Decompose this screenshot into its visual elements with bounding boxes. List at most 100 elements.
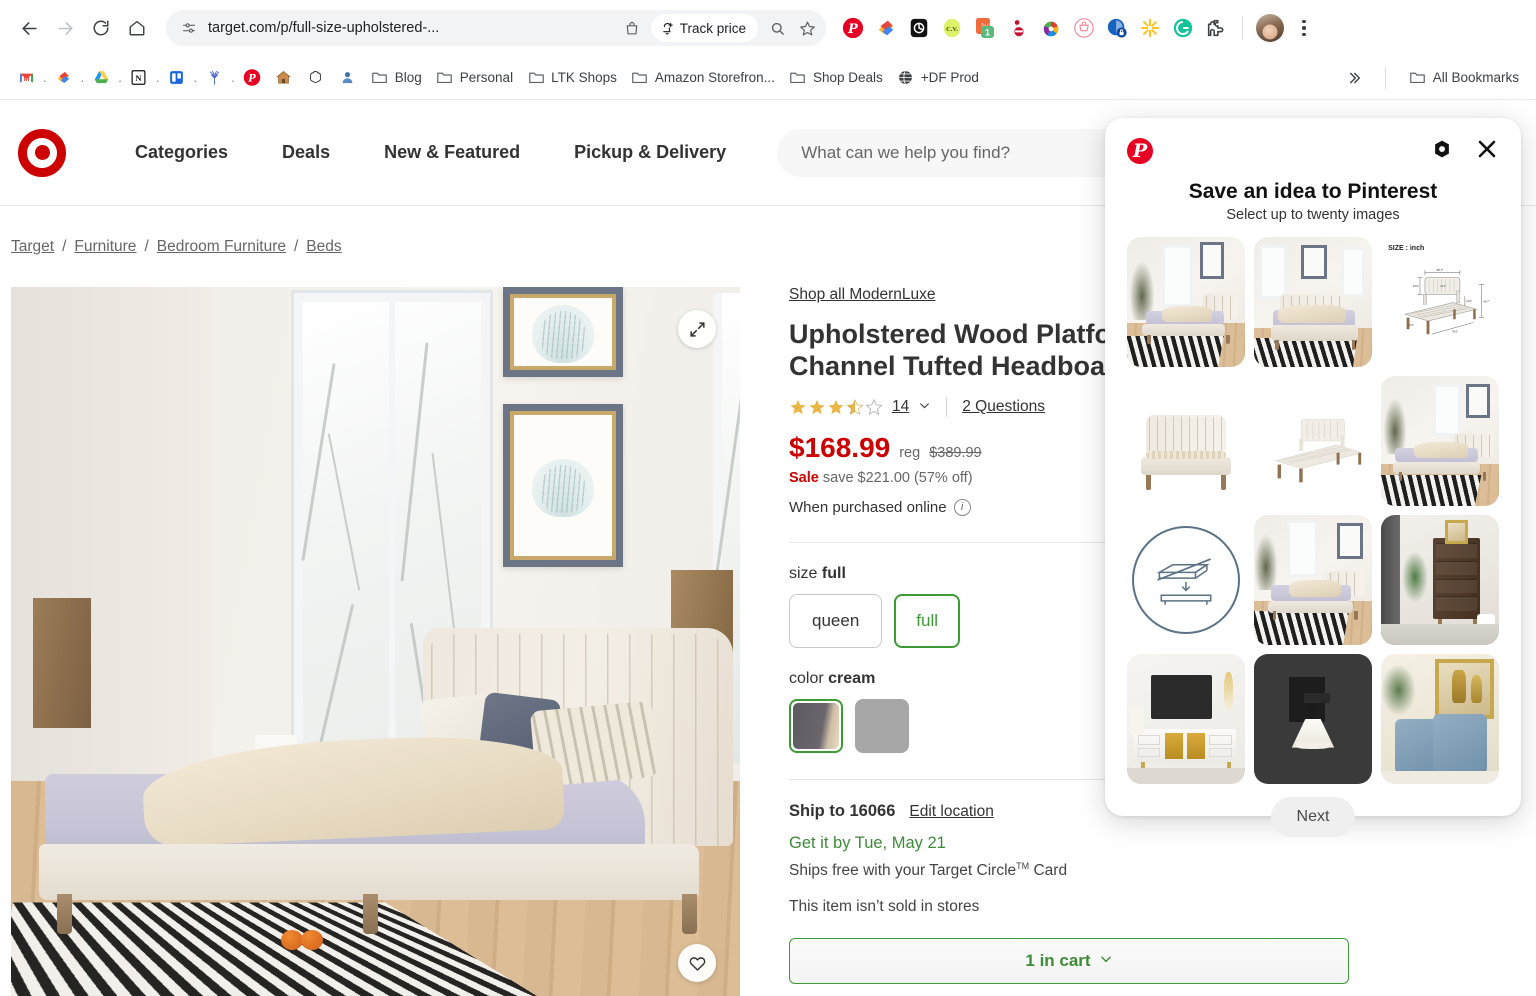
breadcrumb-item-bedroom-furniture[interactable]: Bedroom Furniture xyxy=(157,238,286,256)
bookmark-openai[interactable] xyxy=(300,65,332,91)
folder-icon xyxy=(371,69,389,87)
search-placeholder: What can we help you find? xyxy=(801,142,1011,162)
bookmark-family-tree[interactable] xyxy=(198,65,230,91)
star-icon-empty xyxy=(865,398,883,415)
forward-arrow-icon[interactable] xyxy=(48,11,82,45)
back-arrow-icon[interactable] xyxy=(12,11,46,45)
duvet xyxy=(141,730,565,848)
chevron-down-icon[interactable] xyxy=(918,399,931,415)
grammarly-extension-icon[interactable] xyxy=(1170,15,1196,41)
pin-image-bed-dimensions-diagram[interactable]: SIZE : inch 56.7" 23.6" 21.7" 40.7" 11.8… xyxy=(1381,237,1499,367)
shopping-bag-icon[interactable] xyxy=(621,17,643,39)
bookmark-folder-ltk-shops[interactable]: LTK Shops xyxy=(520,65,624,91)
pin-image-bed-angle-white-bg[interactable] xyxy=(1254,376,1372,506)
zoom-search-icon[interactable] xyxy=(766,17,788,39)
address-bar[interactable]: target.com/p/full-size-upholstered-... T… xyxy=(166,10,826,46)
cv-extension-icon[interactable]: C.V. xyxy=(939,15,965,41)
pin-image-bed-room-angle-shot[interactable] xyxy=(1381,376,1499,506)
heart-icon[interactable] xyxy=(678,944,716,982)
pin-image-dresser-lifestyle-shot[interactable] xyxy=(1381,515,1499,645)
bed-frame-base xyxy=(39,844,699,900)
walmart-extension-icon[interactable] xyxy=(1137,15,1163,41)
three-dot-menu-icon[interactable] xyxy=(1291,15,1317,41)
star-rating[interactable] xyxy=(789,398,883,416)
star-bookmark-icon[interactable] xyxy=(796,17,818,39)
gear-hex-icon[interactable] xyxy=(1431,138,1453,165)
reload-icon[interactable] xyxy=(84,11,118,45)
current-price: $168.99 xyxy=(789,431,891,463)
bookmark-person[interactable] xyxy=(332,65,364,91)
pin-image-blue-throw-pillows-shot[interactable] xyxy=(1381,654,1499,784)
honey-extension-icon[interactable] xyxy=(906,15,932,41)
productivity-extension-icon[interactable]: \u21931 xyxy=(972,15,998,41)
pin-image-no-box-spring-needed-icon[interactable] xyxy=(1127,515,1245,645)
size-option-queen[interactable]: queen xyxy=(789,593,883,648)
pin-image-tv-stand-lifestyle-shot[interactable] xyxy=(1127,654,1245,784)
bed-leg xyxy=(682,894,697,934)
pinterest-extension-icon[interactable]: P xyxy=(840,15,866,41)
profile-avatar[interactable] xyxy=(1256,14,1284,42)
bookmark-drive[interactable] xyxy=(85,65,117,91)
color-option-cream[interactable] xyxy=(789,698,843,753)
pin-image-wall-sconce-product-shot[interactable] xyxy=(1254,654,1372,784)
color-selected-value: cream xyxy=(828,669,876,687)
privacy-lock-extension-icon[interactable] xyxy=(1104,15,1130,41)
bookmark-trello[interactable] xyxy=(161,65,193,91)
pin-image-bed-room-lifestyle-shot[interactable] xyxy=(1254,515,1372,645)
questions-link[interactable]: 2 Questions xyxy=(962,398,1045,416)
breadcrumb-item-furniture[interactable]: Furniture xyxy=(74,238,136,256)
site-settings-icon[interactable] xyxy=(178,17,200,39)
size-option-full[interactable]: full xyxy=(894,593,961,648)
google-slides-extension-icon[interactable] xyxy=(873,15,899,41)
review-count[interactable]: 14 xyxy=(892,398,909,416)
dimensions-caption: SIZE : inch xyxy=(1388,244,1425,252)
google-slides-icon xyxy=(55,69,73,87)
bookmark-df-prod[interactable]: +DF Prod xyxy=(890,65,986,91)
extensions-puzzle-icon[interactable] xyxy=(1203,15,1229,41)
folder-icon xyxy=(789,69,807,87)
bookmark-pinterest[interactable]: P xyxy=(236,65,268,91)
nav-item-pickup-delivery[interactable]: Pickup & Delivery xyxy=(547,142,753,163)
track-price-label: Track price xyxy=(679,20,746,36)
target-bullseye-logo[interactable] xyxy=(18,128,66,177)
all-bookmarks-button[interactable]: All Bookmarks xyxy=(1402,65,1526,91)
bookmark-folder-shop-deals[interactable]: Shop Deals xyxy=(782,65,890,91)
bookmark-slides[interactable] xyxy=(48,65,80,91)
svg-text:40.7": 40.7" xyxy=(1484,299,1490,303)
bookmark-label: Blog xyxy=(394,70,422,85)
svg-text:C.V.: C.V. xyxy=(946,26,958,33)
bookmark-folder-personal[interactable]: Personal xyxy=(429,65,520,91)
close-x-icon[interactable] xyxy=(1475,137,1499,166)
breadcrumb-item-beds[interactable]: Beds xyxy=(306,238,341,256)
info-circle-icon[interactable]: i xyxy=(953,498,971,516)
chevron-double-right-icon[interactable] xyxy=(1339,66,1369,90)
track-price-button[interactable]: Track price xyxy=(650,14,758,42)
product-main-image[interactable] xyxy=(11,287,740,996)
edit-location-link[interactable]: Edit location xyxy=(909,803,993,821)
bookmark-sep: . xyxy=(231,70,235,85)
bookmark-folder-blog[interactable]: Blog xyxy=(364,65,429,91)
bookmark-house[interactable] xyxy=(268,65,300,91)
shell-art xyxy=(532,304,594,363)
rakuten-extension-icon[interactable] xyxy=(1005,15,1031,41)
bookmark-folder-amazon-storefront[interactable]: Amazon Storefron... xyxy=(624,65,782,91)
ship-to-zip: Ship to 16066 xyxy=(789,801,896,820)
breadcrumb-item-target[interactable]: Target xyxy=(11,238,54,256)
color-wheel-extension-icon[interactable] xyxy=(1038,15,1064,41)
shopping-cart-extension-icon[interactable] xyxy=(1071,15,1097,41)
expand-arrows-icon[interactable] xyxy=(678,310,716,348)
bookmark-gmail[interactable]: M xyxy=(10,65,42,91)
bookmark-notion[interactable]: N xyxy=(123,65,155,91)
next-button[interactable]: Next xyxy=(1270,797,1356,837)
pin-image-bed-front-white-bg[interactable] xyxy=(1127,376,1245,506)
nav-item-deals[interactable]: Deals xyxy=(255,142,357,163)
shop-all-brand-link[interactable]: Shop all ModernLuxe xyxy=(789,286,936,304)
nav-item-categories[interactable]: Categories xyxy=(108,142,255,163)
in-cart-button[interactable]: 1 in cart xyxy=(789,937,1349,984)
pin-image-bed-room-front-shot[interactable] xyxy=(1254,237,1372,367)
home-icon[interactable] xyxy=(120,11,154,45)
nav-item-new-featured[interactable]: New & Featured xyxy=(357,142,547,163)
color-option-grey[interactable] xyxy=(855,698,909,753)
pin-image-bed-room-wide-shot[interactable] xyxy=(1127,237,1245,367)
star-icon xyxy=(809,399,825,414)
